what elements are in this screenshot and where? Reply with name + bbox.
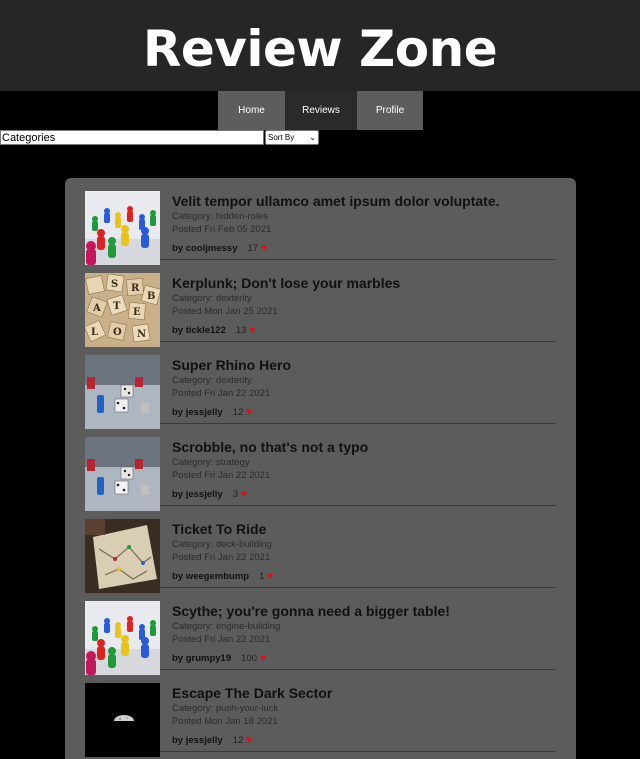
svg-text:A: A bbox=[92, 303, 101, 314]
review-category: Category: deck-building bbox=[172, 539, 272, 550]
review-footer: by jessjelly 3 ♥ bbox=[172, 489, 247, 500]
review-author[interactable]: by jessjelly bbox=[172, 407, 223, 418]
review-author[interactable]: by tickle122 bbox=[172, 325, 226, 336]
nav-reviews[interactable]: Reviews bbox=[285, 91, 357, 130]
heart-icon[interactable]: ♥ bbox=[241, 489, 247, 500]
review-category: Category: hidden-roles bbox=[172, 211, 269, 222]
nav-profile[interactable]: Profile bbox=[357, 91, 423, 130]
dice-board-icon[interactable] bbox=[85, 355, 160, 429]
site-title: Review Zone bbox=[142, 19, 498, 78]
review-footer: by jessjelly 12 ♥ bbox=[172, 407, 252, 418]
review-date: Posted Fri Jan 22 2021 bbox=[172, 388, 271, 399]
review-title[interactable]: Escape The Dark Sector bbox=[172, 685, 332, 701]
review-footer: by cooljmessy 17 ♥ bbox=[172, 243, 267, 254]
review-card[interactable]: S RB A T E L O N Kerplunk; Don't lose your ma… bbox=[85, 260, 556, 347]
review-footer: by tickle122 13 ♥ bbox=[172, 325, 255, 336]
review-author[interactable]: by jessjelly bbox=[172, 735, 223, 746]
review-author[interactable]: by weegembump bbox=[172, 571, 249, 582]
review-date: Posted Mon Jan 25 2021 bbox=[172, 306, 278, 317]
review-likes: 1 bbox=[259, 571, 265, 582]
dice-board-icon[interactable] bbox=[85, 437, 160, 511]
svg-text:L: L bbox=[91, 327, 98, 338]
heart-icon[interactable]: ♥ bbox=[246, 407, 252, 418]
review-author[interactable]: by cooljmessy bbox=[172, 243, 237, 254]
review-title[interactable]: Scythe; you're gonna need a bigger table… bbox=[172, 603, 450, 619]
review-card[interactable]: Super Rhino Hero Category: dexterity Pos… bbox=[85, 342, 556, 429]
category-input[interactable] bbox=[0, 130, 264, 145]
review-author[interactable]: by jessjelly bbox=[172, 489, 223, 500]
heart-icon[interactable]: ♥ bbox=[246, 735, 252, 746]
review-category: Category: dexterity bbox=[172, 293, 252, 304]
review-date: Posted Mon Jan 18 2021 bbox=[172, 716, 278, 727]
map-board-icon[interactable] bbox=[85, 519, 160, 593]
review-category: Category: push-your-luck bbox=[172, 703, 279, 714]
nav-home[interactable]: Home bbox=[218, 91, 285, 130]
review-likes: 17 bbox=[247, 243, 259, 254]
svg-text:R: R bbox=[131, 283, 140, 294]
svg-text:O: O bbox=[113, 327, 122, 338]
sort-label: Sort By bbox=[268, 133, 295, 142]
svg-text:E: E bbox=[133, 307, 141, 318]
review-card[interactable]: Escape The Dark Sector Category: push-yo… bbox=[85, 670, 556, 757]
pawns-icon[interactable] bbox=[85, 191, 160, 265]
review-category: Category: dexterity bbox=[172, 375, 252, 386]
review-card[interactable]: Velit tempor ullamco amet ipsum dolor vo… bbox=[85, 178, 556, 265]
review-category: Category: engine-building bbox=[172, 621, 281, 632]
svg-text:T: T bbox=[113, 301, 121, 312]
review-title[interactable]: Super Rhino Hero bbox=[172, 357, 291, 373]
review-likes: 13 bbox=[235, 325, 247, 336]
heart-icon[interactable]: ♥ bbox=[260, 653, 266, 664]
review-card[interactable]: Scrobble, no that's not a typo Category:… bbox=[85, 424, 556, 511]
review-footer: by jessjelly 12 ♥ bbox=[172, 735, 252, 746]
filter-bar: Sort By ⌄ bbox=[0, 130, 319, 145]
review-title[interactable]: Velit tempor ullamco amet ipsum dolor vo… bbox=[172, 193, 500, 209]
heart-icon[interactable]: ♥ bbox=[249, 325, 255, 336]
review-footer: by weegembump 1 ♥ bbox=[172, 571, 273, 582]
review-date: Posted Fri Jan 22 2021 bbox=[172, 470, 271, 481]
pawns-icon[interactable] bbox=[85, 601, 160, 675]
svg-text:S: S bbox=[111, 279, 118, 290]
svg-text:N: N bbox=[137, 329, 146, 340]
review-author[interactable]: by grumpy19 bbox=[172, 653, 231, 664]
main-nav: Home Reviews Profile bbox=[218, 91, 423, 130]
chevron-down-icon: ⌄ bbox=[309, 133, 316, 142]
review-title[interactable]: Ticket To Ride bbox=[172, 521, 266, 537]
review-likes: 12 bbox=[232, 407, 244, 418]
letter-tiles-icon[interactable]: S RB A T E L O N bbox=[85, 273, 160, 347]
review-date: Posted Fri Jan 22 2021 bbox=[172, 634, 271, 645]
reviews-panel: Velit tempor ullamco amet ipsum dolor vo… bbox=[65, 178, 576, 759]
review-title[interactable]: Scrobble, no that's not a typo bbox=[172, 439, 368, 455]
svg-text:B: B bbox=[147, 291, 155, 302]
review-title[interactable]: Kerplunk; Don't lose your marbles bbox=[172, 275, 400, 291]
site-header: Review Zone bbox=[0, 0, 640, 91]
review-likes: 12 bbox=[232, 735, 244, 746]
sort-select[interactable]: Sort By ⌄ bbox=[265, 130, 319, 145]
moon-icon[interactable] bbox=[85, 683, 160, 757]
review-likes: 3 bbox=[232, 489, 238, 500]
review-category: Category: strategy bbox=[172, 457, 250, 468]
review-card[interactable]: Scythe; you're gonna need a bigger table… bbox=[85, 588, 556, 675]
review-card[interactable]: Ticket To Ride Category: deck-building P… bbox=[85, 506, 556, 593]
review-footer: by grumpy19 100 ♥ bbox=[172, 653, 266, 664]
review-date: Posted Fri Feb 05 2021 bbox=[172, 224, 272, 235]
review-likes: 100 bbox=[241, 653, 257, 664]
review-date: Posted Fri Jan 22 2021 bbox=[172, 552, 271, 563]
heart-icon[interactable]: ♥ bbox=[261, 243, 267, 254]
heart-icon[interactable]: ♥ bbox=[267, 571, 273, 582]
